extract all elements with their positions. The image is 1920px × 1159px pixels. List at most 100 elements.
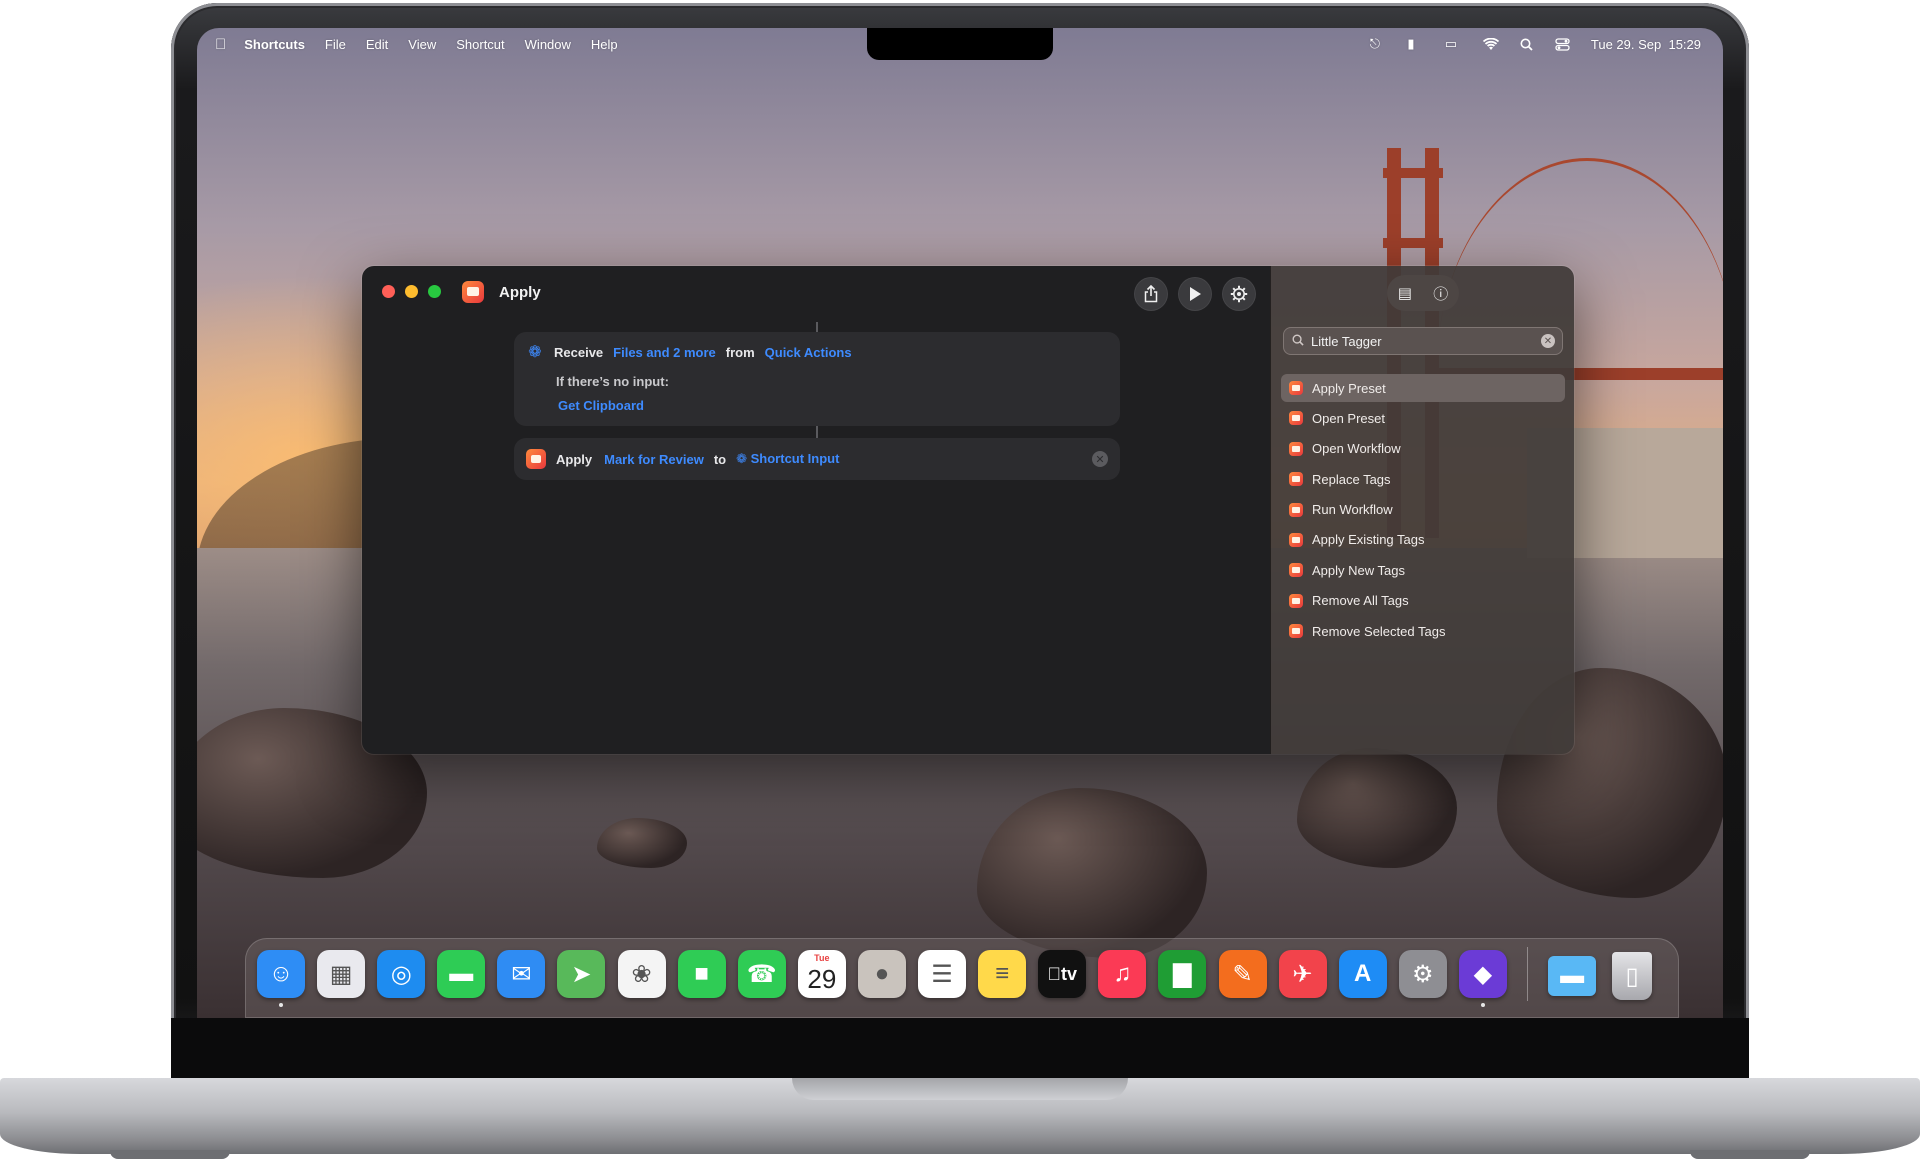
close-window-button[interactable]: [382, 285, 395, 298]
photos-icon[interactable]: ❀: [617, 950, 666, 998]
bridge-beam: [1383, 168, 1443, 178]
action-apply-preset[interactable]: Apply Preset: [1281, 374, 1565, 402]
calendar-date-label: 29: [807, 963, 837, 994]
shortcut-app-icon[interactable]: [462, 281, 484, 303]
little-tagger-icon: [1289, 593, 1303, 608]
menu-view[interactable]: View: [408, 37, 436, 52]
receive-action-card[interactable]: ❁ Receive Files and 2 more from Quick Ac…: [514, 332, 1120, 426]
action-open-preset[interactable]: Open Preset: [1281, 404, 1565, 432]
action-run-workflow[interactable]: Run Workflow: [1281, 496, 1565, 524]
laptop-foot: [1690, 1150, 1810, 1159]
clear-search-button[interactable]: ✕: [1541, 334, 1555, 348]
dock-separator: [1526, 947, 1528, 1001]
menu-shortcut[interactable]: Shortcut: [456, 37, 504, 52]
maps-icon[interactable]: ➤: [557, 950, 606, 998]
trash-icon[interactable]: ▯: [1612, 952, 1653, 1000]
spotlight-search-icon[interactable]: [1519, 37, 1535, 51]
battery-charging-icon[interactable]: ▭: [1439, 36, 1463, 51]
apply-row: Apply Mark for Review to ❁ Shortcut Inpu…: [526, 449, 839, 469]
apple-icon[interactable]: : [215, 36, 226, 53]
action-remove-selected-tags[interactable]: Remove Selected Tags: [1281, 617, 1565, 645]
action-list: Apply Preset Open Preset Open Workflow R…: [1281, 374, 1565, 648]
action-apply-existing-tags[interactable]: Apply Existing Tags: [1281, 526, 1565, 554]
messages-icon[interactable]: ▬: [437, 950, 486, 998]
shortcuts-icon[interactable]: ◆: [1458, 950, 1507, 1007]
little-tagger-icon: [526, 449, 546, 469]
receive-label: Receive: [554, 344, 604, 360]
running-indicator: [1480, 1003, 1485, 1007]
little-tagger-icon: [1289, 563, 1303, 578]
settings-button[interactable]: [1222, 277, 1256, 311]
action-apply-new-tags[interactable]: Apply New Tags: [1281, 556, 1565, 584]
finder-icon[interactable]: ☺: [257, 950, 305, 1007]
calendar-icon[interactable]: Tue 29: [797, 950, 846, 998]
receive-types-token[interactable]: Files and 2 more: [613, 345, 716, 360]
receive-icon: ❁: [528, 344, 542, 361]
preset-token[interactable]: Mark for Review: [604, 452, 704, 467]
notes-icon[interactable]: ≡: [978, 950, 1027, 998]
laptop-opening-notch: [792, 1078, 1128, 1100]
zoom-window-button[interactable]: [428, 285, 441, 298]
menubar-clock[interactable]: Tue 29. Sep 15:29: [1591, 37, 1701, 52]
remove-action-button[interactable]: ✕: [1092, 451, 1108, 467]
action-open-workflow[interactable]: Open Workflow: [1281, 435, 1565, 463]
apply-action-card[interactable]: Apply Mark for Review to ❁ Shortcut Inpu…: [514, 438, 1120, 480]
action-label: Remove Selected Tags: [1312, 623, 1446, 639]
menu-window[interactable]: Window: [525, 37, 571, 52]
action-label: Run Workflow: [1312, 502, 1393, 518]
shortcut-input-icon: ❁: [736, 451, 751, 466]
folder-icon[interactable]: ▬: [1548, 956, 1597, 996]
action-replace-tags[interactable]: Replace Tags: [1281, 465, 1565, 493]
search-input[interactable]: Little Tagger: [1311, 334, 1382, 349]
settings-icon: [1230, 285, 1248, 303]
bridge-beam: [1383, 238, 1443, 248]
facetime-icon[interactable]: ■: [677, 950, 726, 998]
menu-edit[interactable]: Edit: [366, 37, 388, 52]
calendar-day-label: Tue: [814, 953, 830, 963]
document-icon[interactable]: ▮: [1403, 36, 1419, 51]
action-remove-all-tags[interactable]: Remove All Tags: [1281, 587, 1565, 615]
receive-source-token[interactable]: Quick Actions: [765, 345, 852, 360]
screen:  Shortcuts File Edit View Shortcut Wind…: [197, 28, 1723, 1018]
rocket-typist-icon[interactable]: ✈: [1278, 950, 1327, 998]
share-button[interactable]: [1134, 277, 1168, 311]
screen-mirroring-icon[interactable]: ⎋: [1367, 36, 1383, 51]
action-label: Remove All Tags: [1312, 593, 1409, 609]
library-icon[interactable]: ▤: [1398, 284, 1412, 302]
to-label: to: [713, 451, 727, 467]
little-tagger-icon: [1289, 472, 1303, 487]
phone-icon[interactable]: ☎: [737, 950, 786, 998]
running-indicator: [279, 1003, 283, 1007]
action-label: Replace Tags: [1312, 471, 1391, 487]
launchpad-icon[interactable]: ▦: [317, 950, 366, 998]
action-search-field[interactable]: Little Tagger ✕: [1283, 327, 1563, 355]
system-settings-icon[interactable]: ⚙: [1398, 950, 1447, 998]
wallpaper-rock: [1297, 748, 1457, 868]
mail-icon[interactable]: ✉: [497, 950, 546, 998]
menu-file[interactable]: File: [325, 37, 346, 52]
flow-connector: [816, 426, 818, 438]
run-button[interactable]: [1178, 277, 1212, 311]
no-input-action-token[interactable]: Get Clipboard: [558, 398, 644, 413]
shortcut-input-token[interactable]: ❁ Shortcut Input: [736, 451, 839, 467]
minimize-window-button[interactable]: [405, 285, 418, 298]
safari-icon[interactable]: ◎: [377, 950, 426, 998]
little-tagger-icon: [1289, 411, 1303, 426]
pages-icon[interactable]: ✎: [1218, 950, 1267, 998]
music-icon[interactable]: ♫: [1098, 950, 1147, 998]
info-icon[interactable]: ⓘ: [1433, 283, 1448, 304]
wifi-icon[interactable]: [1482, 37, 1499, 51]
tv-label: tv: [1047, 963, 1077, 984]
menu-app-name[interactable]: Shortcuts: [244, 37, 305, 52]
reminders-icon[interactable]: ☰: [918, 950, 967, 998]
no-input-label: If there’s no input:: [556, 374, 669, 389]
numbers-icon[interactable]: ▇: [1158, 950, 1207, 998]
app-store-icon[interactable]: A: [1338, 950, 1387, 998]
menu-help[interactable]: Help: [591, 37, 618, 52]
contacts-icon[interactable]: ●: [857, 950, 906, 998]
tv-icon[interactable]: tv: [1038, 950, 1087, 998]
sidebar-segment-control: ▤ ⓘ: [1387, 275, 1459, 311]
window-title[interactable]: Apply: [499, 284, 541, 301]
control-center-icon[interactable]: [1555, 37, 1571, 51]
little-tagger-icon: [1289, 624, 1303, 639]
